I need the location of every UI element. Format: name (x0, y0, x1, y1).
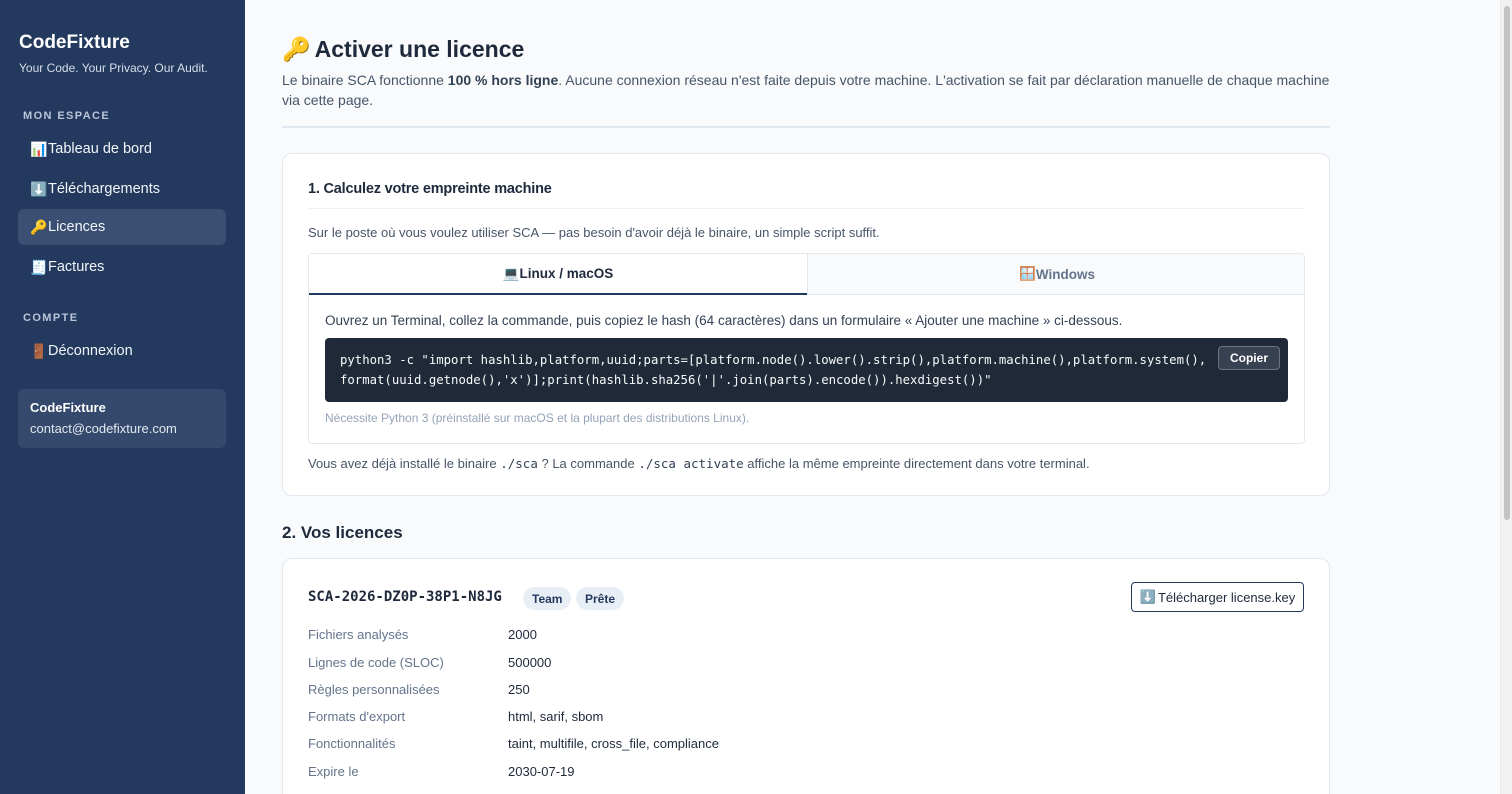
brand-logo[interactable]: CodeFixture (19, 32, 130, 54)
inline-code: ./sca (500, 456, 538, 471)
field-label: Expire le (308, 764, 359, 779)
download-label: Télécharger license.key (1157, 589, 1296, 605)
sidebar-item-label: Factures (48, 259, 105, 275)
intro-prefix: Le binaire SCA fonctionne (282, 72, 448, 88)
status-badge: Prête (576, 587, 625, 610)
field-label: Fichiers analysés (308, 627, 409, 642)
user-name: CodeFixture (30, 400, 106, 415)
field-value: 500000 (508, 655, 552, 670)
sidebar-item-downloads[interactable]: ⬇️ Téléchargements (18, 171, 226, 207)
brand-tagline: Your Code. Your Privacy. Our Audit. (19, 61, 208, 75)
receipt-icon: 🧾 (30, 258, 48, 275)
code-line-2: format(uuid.getnode(),'x')];print(hashli… (340, 373, 992, 387)
field-value: 250 (508, 682, 530, 697)
inline-code: ./sca activate (638, 456, 744, 471)
scrollbar-thumb[interactable] (1504, 6, 1510, 520)
sidebar: CodeFixture Your Code. Your Privacy. Our… (0, 0, 245, 794)
field-label: Fonctionnalités (308, 736, 396, 751)
field-value: 2000 (508, 627, 537, 642)
download-icon: ⬇️ (1139, 589, 1156, 604)
field-value: 2030-07-19 (508, 764, 575, 779)
laptop-icon: 💻 (502, 265, 520, 281)
sidebar-item-logout[interactable]: 🚪 Déconnexion (18, 333, 226, 369)
download-license-button[interactable]: ⬇️ Télécharger license.key (1131, 582, 1304, 612)
key-icon: 🔑 (30, 218, 48, 235)
section-label-space: MON ESPACE (23, 110, 111, 122)
sidebar-item-label: Licences (48, 219, 106, 235)
sidebar-item-licenses[interactable]: 🔑 Licences (18, 209, 226, 245)
tab-instructions: Ouvrez un Terminal, collez la commande, … (325, 313, 1123, 328)
field-value: taint, multifile, cross_file, compliance (508, 736, 719, 751)
intro-text: Le binaire SCA fonctionne 100 % hors lig… (282, 70, 1332, 110)
key-icon: 🔑 (282, 36, 311, 62)
step1-heading: 1. Calculez votre empreinte machine (308, 181, 552, 197)
license-key: SCA-2026-DZ0P-38P1-N8JG (308, 589, 502, 605)
command-code-block[interactable]: python3 -c "import hashlib,platform,uuid… (325, 338, 1288, 402)
page-scrollbar[interactable] (1500, 0, 1512, 794)
tab-label: Windows (1035, 266, 1095, 282)
hint-text: affiche la même empreinte directement da… (743, 456, 1090, 471)
license-card: SCA-2026-DZ0P-38P1-N8JG Team Prête ⬇️ Té… (282, 558, 1330, 794)
divider (308, 208, 1305, 209)
binary-hint: Vous avez déjà installé le binaire ./sca… (308, 456, 1090, 471)
plan-badge: Team (523, 587, 572, 610)
code-line-1: python3 -c "import hashlib,platform,uuid… (340, 353, 1207, 367)
copy-button[interactable]: Copier (1218, 346, 1280, 370)
hint-text: ? La commande (537, 456, 639, 471)
field-label: Formats d'export (308, 709, 406, 724)
field-label: Règles personnalisées (308, 682, 440, 697)
user-email: contact@codefixture.com (30, 421, 177, 436)
user-card: CodeFixture contact@codefixture.com (18, 389, 226, 448)
hint-text: Vous avez déjà installé le binaire (308, 456, 501, 471)
page-title-text: Activer une licence (314, 36, 525, 62)
field-value: html, sarif, sbom (508, 709, 604, 724)
window-icon: 🪟 (1019, 266, 1036, 281)
section-label-account: COMPTE (23, 312, 79, 324)
door-icon: 🚪 (30, 342, 48, 359)
tab-windows[interactable]: 🪟 Windows (807, 254, 1304, 295)
page-title: 🔑 Activer une licence (282, 36, 524, 63)
sidebar-item-dashboard[interactable]: 📊 Tableau de bord (18, 131, 226, 167)
download-icon: ⬇️ (30, 180, 48, 197)
sidebar-item-invoices[interactable]: 🧾 Factures (18, 249, 226, 285)
sidebar-item-label: Déconnexion (48, 343, 133, 359)
os-tabs: 💻 Linux / macOS 🪟 Windows Ouvrez un Term… (308, 253, 1305, 444)
step1-description: Sur le poste où vous voulez utiliser SCA… (308, 225, 880, 240)
licenses-heading: 2. Vos licences (282, 523, 403, 542)
tab-linux-macos[interactable]: 💻 Linux / macOS (309, 254, 807, 295)
tab-label: Linux / macOS (519, 266, 614, 281)
python-note: Nécessite Python 3 (préinstallé sur macO… (325, 411, 750, 425)
sidebar-item-label: Tableau de bord (48, 141, 152, 157)
intro-bold: 100 % hors ligne (447, 72, 559, 88)
chart-icon: 📊 (30, 140, 48, 157)
sidebar-item-label: Téléchargements (48, 181, 161, 197)
field-label: Lignes de code (SLOC) (308, 655, 444, 670)
fingerprint-card: 1. Calculez votre empreinte machine Sur … (282, 153, 1330, 496)
main-content: 🔑 Activer une licence Le binaire SCA fon… (245, 0, 1500, 794)
divider (282, 126, 1330, 128)
